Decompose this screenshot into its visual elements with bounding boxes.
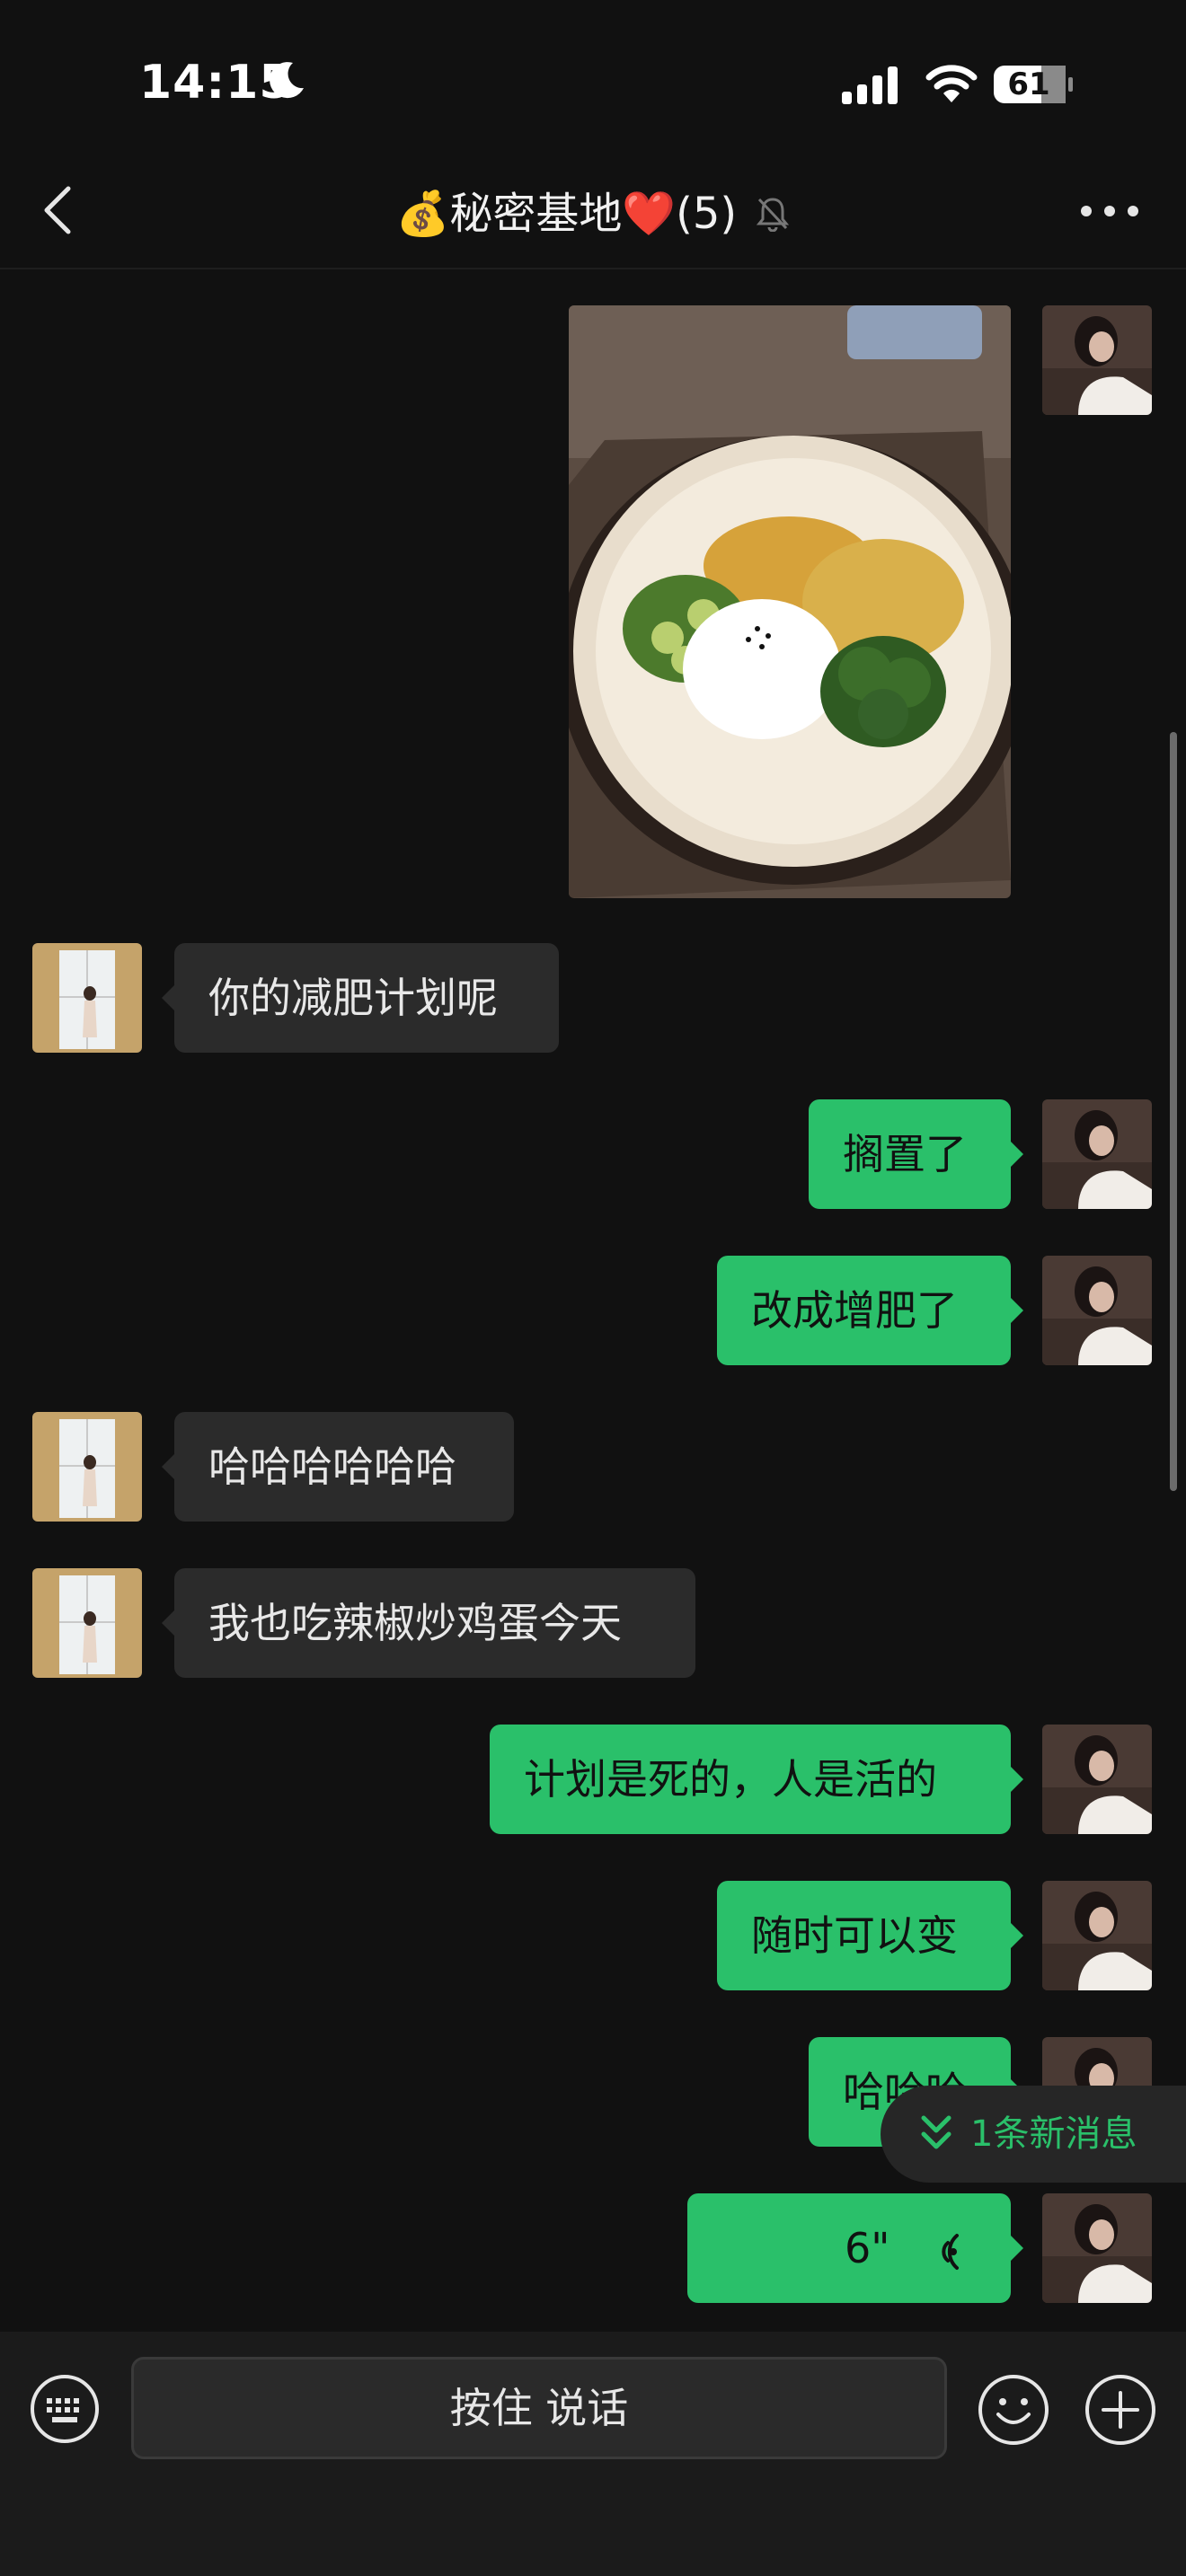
message-bubble[interactable]: 改成增肥了: [717, 1256, 1023, 1365]
battery-indicator: 61: [993, 65, 1074, 104]
avatar-photo: [32, 943, 142, 1053]
avatar-photo: [32, 1412, 142, 1522]
my-avatar[interactable]: [1042, 1256, 1152, 1365]
more-options-icon[interactable]: [1078, 205, 1141, 217]
voice-wave-icon: [942, 2233, 959, 2270]
my-avatar[interactable]: [1042, 2193, 1152, 2303]
image-message[interactable]: [569, 305, 1011, 898]
food-photo: [569, 305, 1011, 898]
chat-name: 秘密基地: [449, 189, 623, 239]
member-count: (5): [676, 189, 738, 239]
my-avatar[interactable]: [1042, 305, 1152, 415]
avatar-photo: [1042, 305, 1152, 415]
chat-title[interactable]: 💰秘密基地❤️(5): [0, 178, 1186, 241]
avatar-photo: [1042, 1881, 1152, 1990]
cellular-signal-icon: [842, 66, 898, 104]
bell-slash-icon: [757, 198, 790, 233]
message-bubble[interactable]: 计划是死的，人是活的: [490, 1725, 1023, 1834]
heart-emoji: ❤️: [622, 189, 677, 239]
hold-to-talk-button[interactable]: 按住 说话: [131, 2357, 947, 2459]
double-chevron-down-icon: [921, 2115, 951, 2149]
my-avatar[interactable]: [1042, 1881, 1152, 1990]
keyboard-icon[interactable]: [29, 2373, 101, 2445]
moon-icon: [270, 62, 304, 99]
money-bag-emoji: 💰: [395, 189, 450, 239]
message-bubble[interactable]: 你的减肥计划呢: [162, 943, 559, 1053]
avatar-photo: [1042, 1256, 1152, 1365]
avatar-photo: [32, 1568, 142, 1678]
wifi-icon: [925, 65, 978, 102]
my-avatar[interactable]: [1042, 1099, 1152, 1209]
friend-avatar[interactable]: [32, 943, 142, 1053]
my-avatar[interactable]: [1042, 1725, 1152, 1834]
avatar-photo: [1042, 2193, 1152, 2303]
friend-avatar[interactable]: [32, 1568, 142, 1678]
header-divider: [0, 268, 1186, 269]
avatar-photo: [1042, 1725, 1152, 1834]
battery-level: 61: [1007, 66, 1050, 102]
message-bubble[interactable]: 搁置了: [809, 1099, 1023, 1209]
message-bubble[interactable]: 我也吃辣椒炒鸡蛋今天: [162, 1568, 695, 1678]
friend-avatar[interactable]: [32, 1412, 142, 1522]
avatar-photo: [1042, 1099, 1152, 1209]
message-bubble[interactable]: 哈哈哈哈哈哈: [162, 1412, 514, 1522]
plus-icon[interactable]: [1084, 2373, 1157, 2447]
voice-message[interactable]: 6": [687, 2193, 1023, 2303]
emoji-icon[interactable]: [977, 2373, 1050, 2447]
message-bubble[interactable]: 随时可以变: [717, 1881, 1023, 1990]
scrollbar[interactable]: [1170, 732, 1177, 1491]
voice-duration: 6": [844, 2224, 890, 2272]
